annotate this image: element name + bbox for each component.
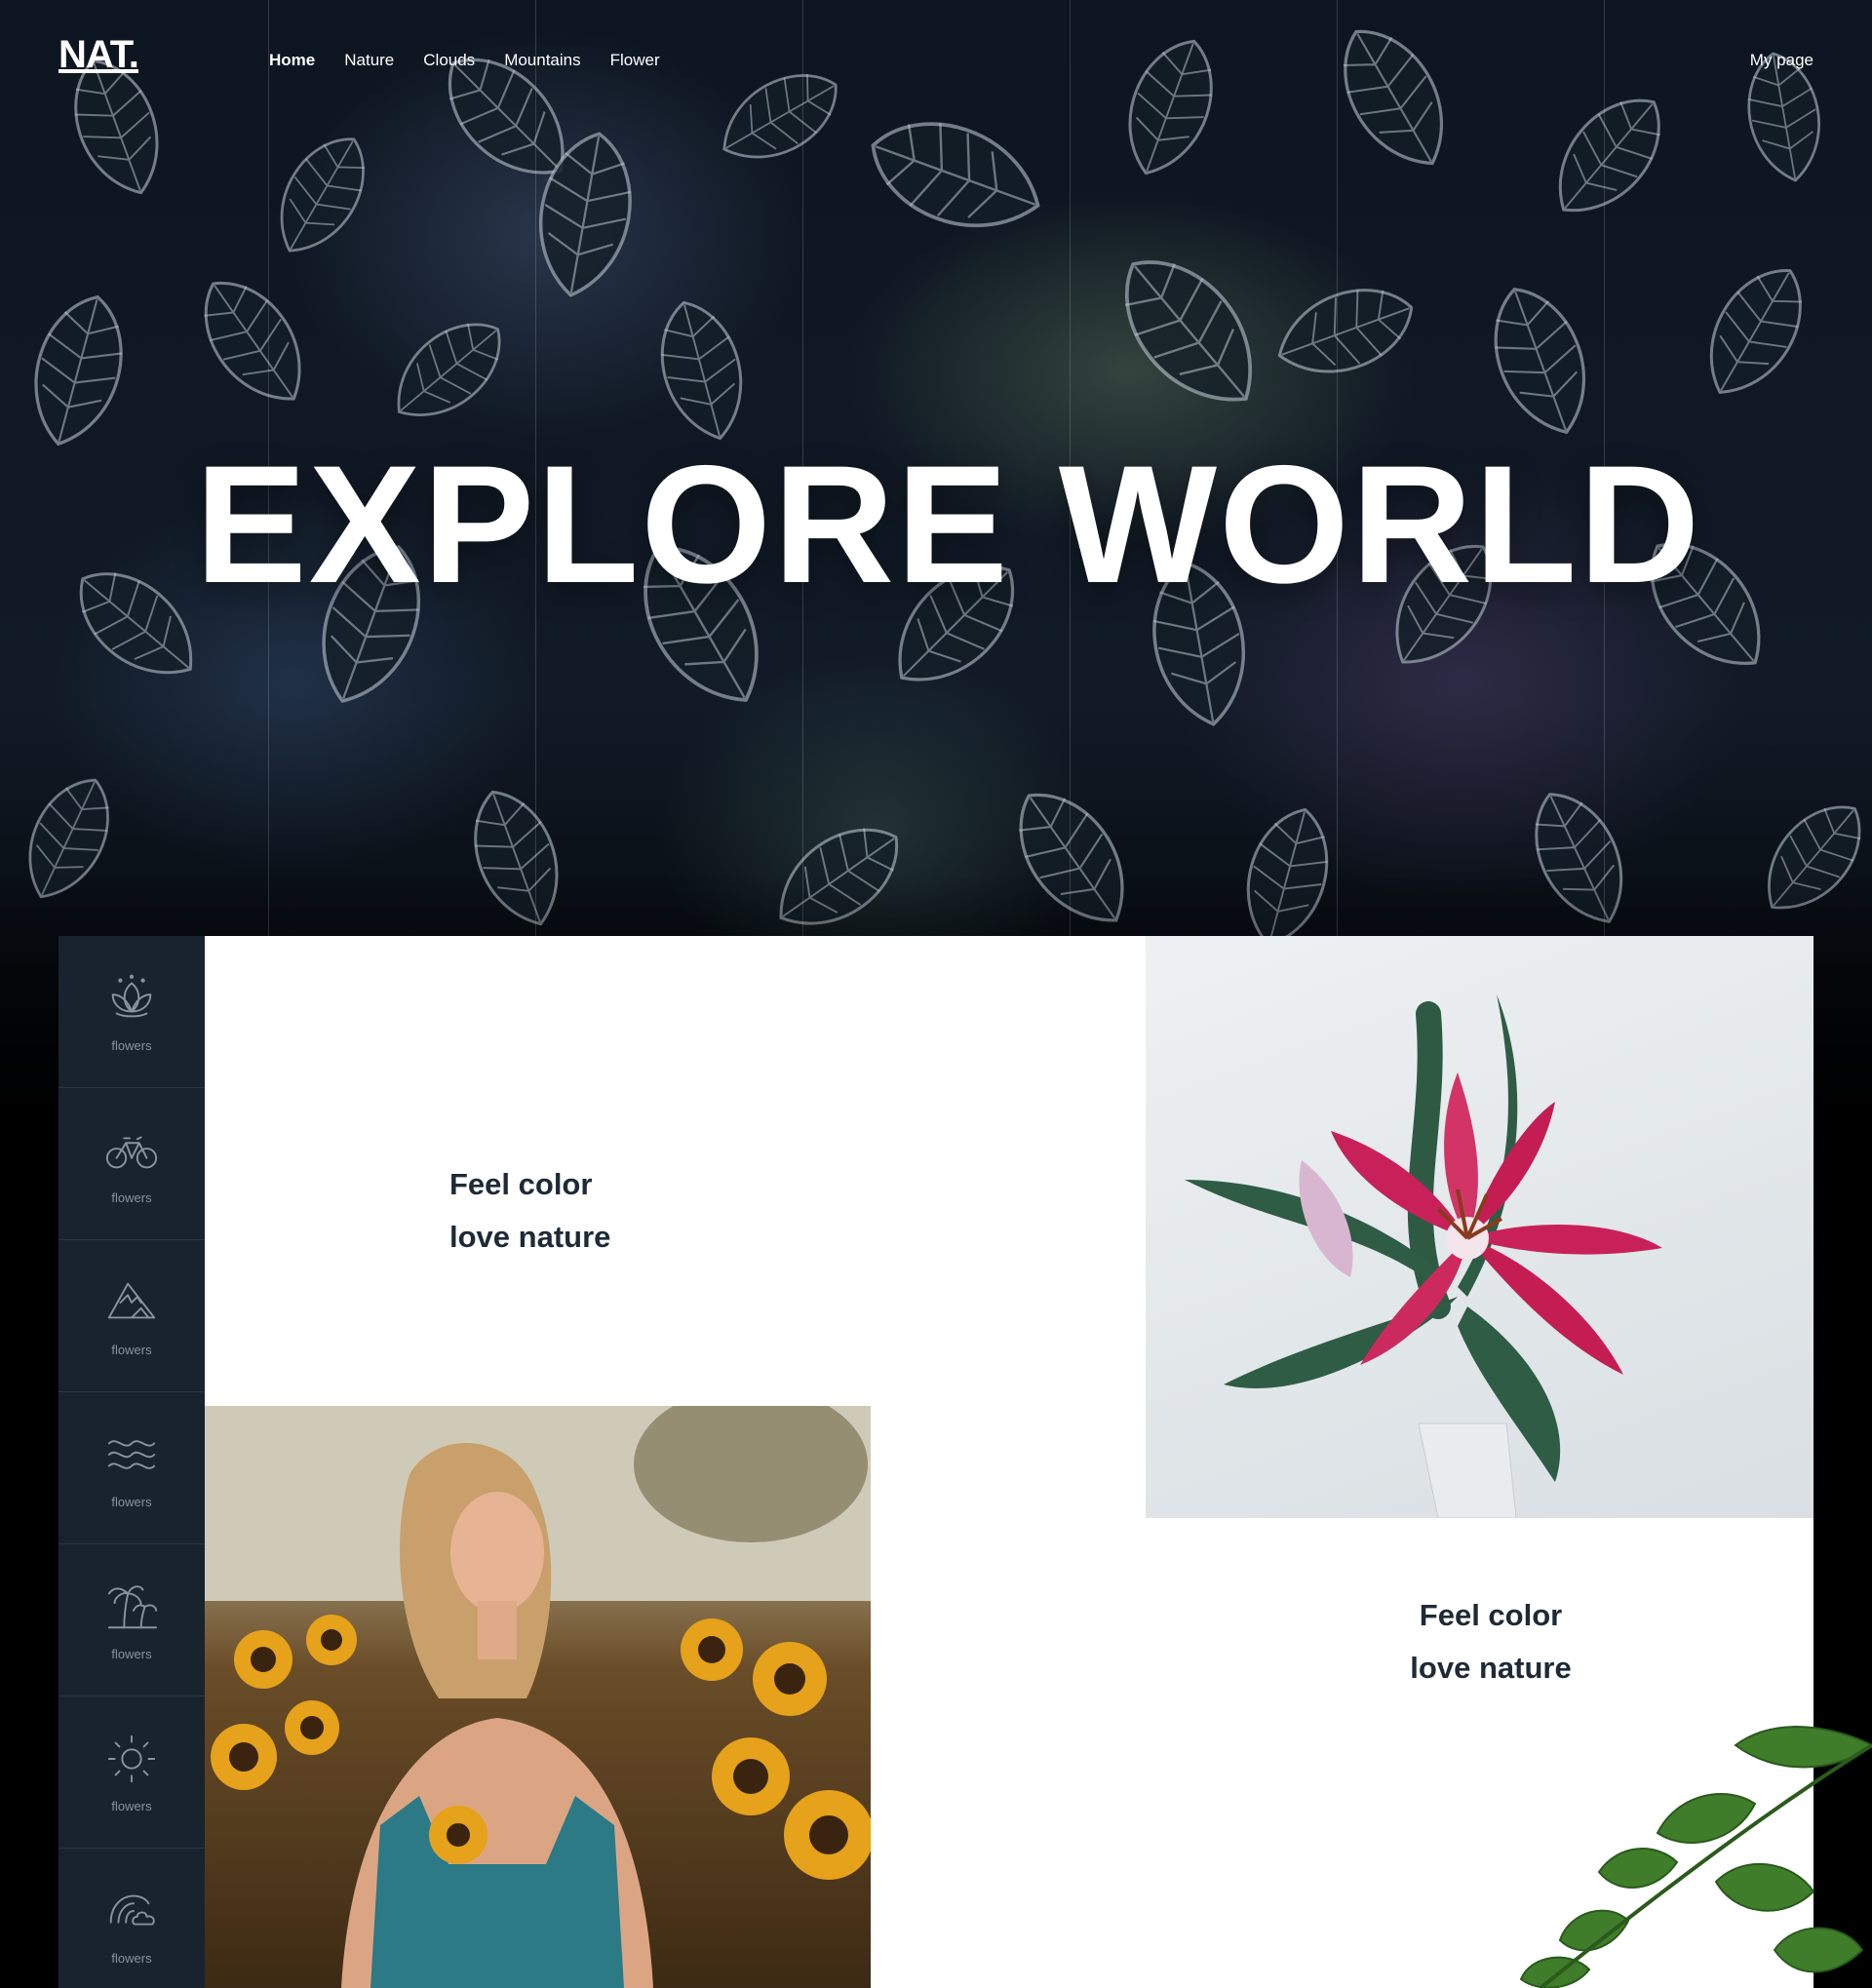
sidebar-item-label: flowers: [111, 1951, 152, 1966]
waves-icon: [107, 1440, 156, 1469]
sidebar-item-label: flowers: [111, 1799, 152, 1813]
my-page-link[interactable]: My page: [1750, 51, 1814, 70]
tagline-right: Feel color love nature: [1393, 1589, 1588, 1695]
sidebar-item-sun[interactable]: flowers: [58, 1696, 205, 1849]
sunflower-field-illustration: [205, 1406, 871, 1988]
sidebar-item-label: flowers: [111, 1647, 152, 1661]
lily-photo: [1146, 936, 1814, 1518]
sidebar-item-palm[interactable]: flowers: [58, 1544, 205, 1696]
sidebar-item-label: flowers: [111, 1495, 152, 1509]
sidebar-item-lotus[interactable]: flowers: [58, 936, 205, 1088]
mountain-icon: [107, 1282, 156, 1319]
sidebar-item-mountain[interactable]: flowers: [58, 1240, 205, 1392]
palm-tree-icon: [107, 1585, 158, 1629]
lily-illustration: [1185, 994, 1662, 1518]
sidebar-item-label: flowers: [111, 1190, 152, 1205]
sidebar-item-label: flowers: [111, 1038, 152, 1053]
sidebar-item-bicycle[interactable]: flowers: [58, 1088, 205, 1240]
hero-headline: EXPLORE WORLD: [195, 431, 1702, 618]
tagline-line-2: love nature: [1410, 1651, 1572, 1685]
tagline-left: Feel color love nature: [449, 1158, 610, 1264]
main-nav: Home Nature Clouds Mountains Flower: [269, 51, 660, 70]
category-sidebar: flowers flowers flowers flowers flowers …: [58, 936, 205, 1988]
tagline-line-2: love nature: [449, 1220, 611, 1254]
sidebar-item-label: flowers: [111, 1343, 152, 1357]
sun-icon: [107, 1735, 156, 1783]
sidebar-item-waves[interactable]: flowers: [58, 1392, 205, 1544]
nav-nature[interactable]: Nature: [344, 51, 394, 70]
logo[interactable]: NAT.: [58, 33, 139, 77]
sidebar-item-rainbow[interactable]: flowers: [58, 1849, 205, 1988]
tagline-line-1: Feel color: [1419, 1598, 1563, 1632]
lotus-icon: [111, 974, 152, 1018]
rainbow-cloud-icon: [109, 1894, 155, 1926]
sunflower-woman-photo: [205, 1406, 871, 1988]
nav-home[interactable]: Home: [269, 51, 315, 70]
bicycle-icon: [105, 1136, 158, 1169]
tagline-line-1: Feel color: [449, 1167, 593, 1201]
plant-decoration: [1519, 1726, 1872, 1988]
nav-clouds[interactable]: Clouds: [423, 51, 475, 70]
nav-flower[interactable]: Flower: [610, 51, 660, 70]
nav-mountains[interactable]: Mountains: [504, 51, 580, 70]
